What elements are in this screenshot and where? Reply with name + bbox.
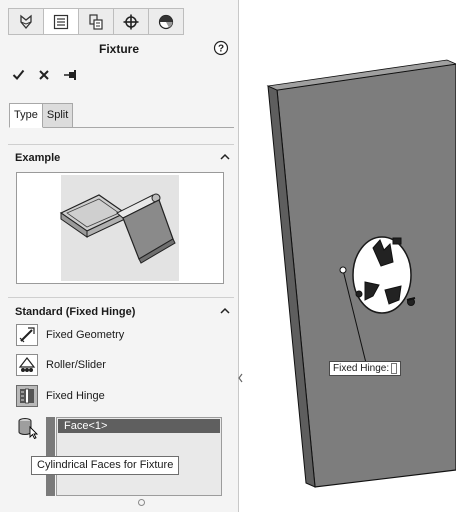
- feature-type-tabs: Type Split: [9, 103, 74, 128]
- dimxpert-icon: [123, 14, 139, 29]
- roller-slider-label: Roller/Slider: [46, 359, 106, 371]
- pushpin-icon[interactable]: [63, 69, 78, 81]
- pick-point: [339, 266, 347, 274]
- property-manager-icon: [53, 14, 69, 29]
- section-divider: [8, 144, 234, 145]
- tab-display-manager[interactable]: [148, 8, 184, 35]
- help-icon[interactable]: ?: [213, 40, 229, 56]
- tab-feature-manager[interactable]: [8, 8, 44, 35]
- chevron-up-icon[interactable]: [220, 153, 230, 161]
- roller-slider-icon: [16, 354, 38, 376]
- fixed-geometry-label: Fixed Geometry: [46, 329, 125, 341]
- ok-checkmark-icon[interactable]: [12, 68, 25, 81]
- property-manager-panel: Fixture ? Type Split Example Standard (F…: [0, 0, 239, 512]
- example-image-box: [16, 172, 224, 284]
- cylinder-face-icon: [18, 418, 39, 439]
- list-resize-handle[interactable]: [138, 499, 145, 506]
- tab-split[interactable]: Split: [41, 103, 74, 128]
- graphics-viewport[interactable]: [243, 0, 456, 512]
- fixed-geometry-icon: [16, 324, 38, 346]
- tab-property-manager[interactable]: [43, 8, 79, 35]
- fixed-hinge-icon: [16, 385, 38, 407]
- tab-dimxpert-manager[interactable]: [113, 8, 149, 35]
- callout-value-field: [391, 362, 398, 374]
- fixed-hinge-callout[interactable]: Fixed Hinge:: [329, 361, 402, 376]
- cancel-x-icon[interactable]: [38, 69, 50, 81]
- configuration-manager-icon: [89, 13, 103, 30]
- display-manager-icon: [158, 14, 174, 29]
- section-divider: [8, 297, 234, 298]
- action-bar: [12, 68, 91, 81]
- tab-type[interactable]: Type: [9, 103, 43, 128]
- fixed-geometry-option[interactable]: Fixed Geometry: [16, 324, 124, 346]
- list-item[interactable]: Face<1>: [58, 419, 220, 433]
- fixed-hinge-example-image: [59, 193, 176, 264]
- tab-configuration-manager[interactable]: [78, 8, 114, 35]
- roller-slider-option[interactable]: Roller/Slider: [16, 354, 106, 376]
- page-title: Fixture: [98, 42, 139, 56]
- feature-manager-icon: [20, 14, 32, 29]
- fixed-hinge-option[interactable]: Fixed Hinge: [16, 385, 105, 407]
- callout-label: Fixed Hinge:: [333, 363, 390, 374]
- example-section-header[interactable]: Example: [15, 152, 60, 164]
- chevron-up-icon[interactable]: [220, 307, 230, 315]
- standard-section-header[interactable]: Standard (Fixed Hinge): [15, 306, 135, 318]
- tooltip: Cylindrical Faces for Fixture: [31, 456, 180, 475]
- manager-tab-bar: [8, 8, 184, 35]
- fixed-hinge-label: Fixed Hinge: [46, 390, 105, 402]
- svg-text:?: ?: [218, 44, 224, 55]
